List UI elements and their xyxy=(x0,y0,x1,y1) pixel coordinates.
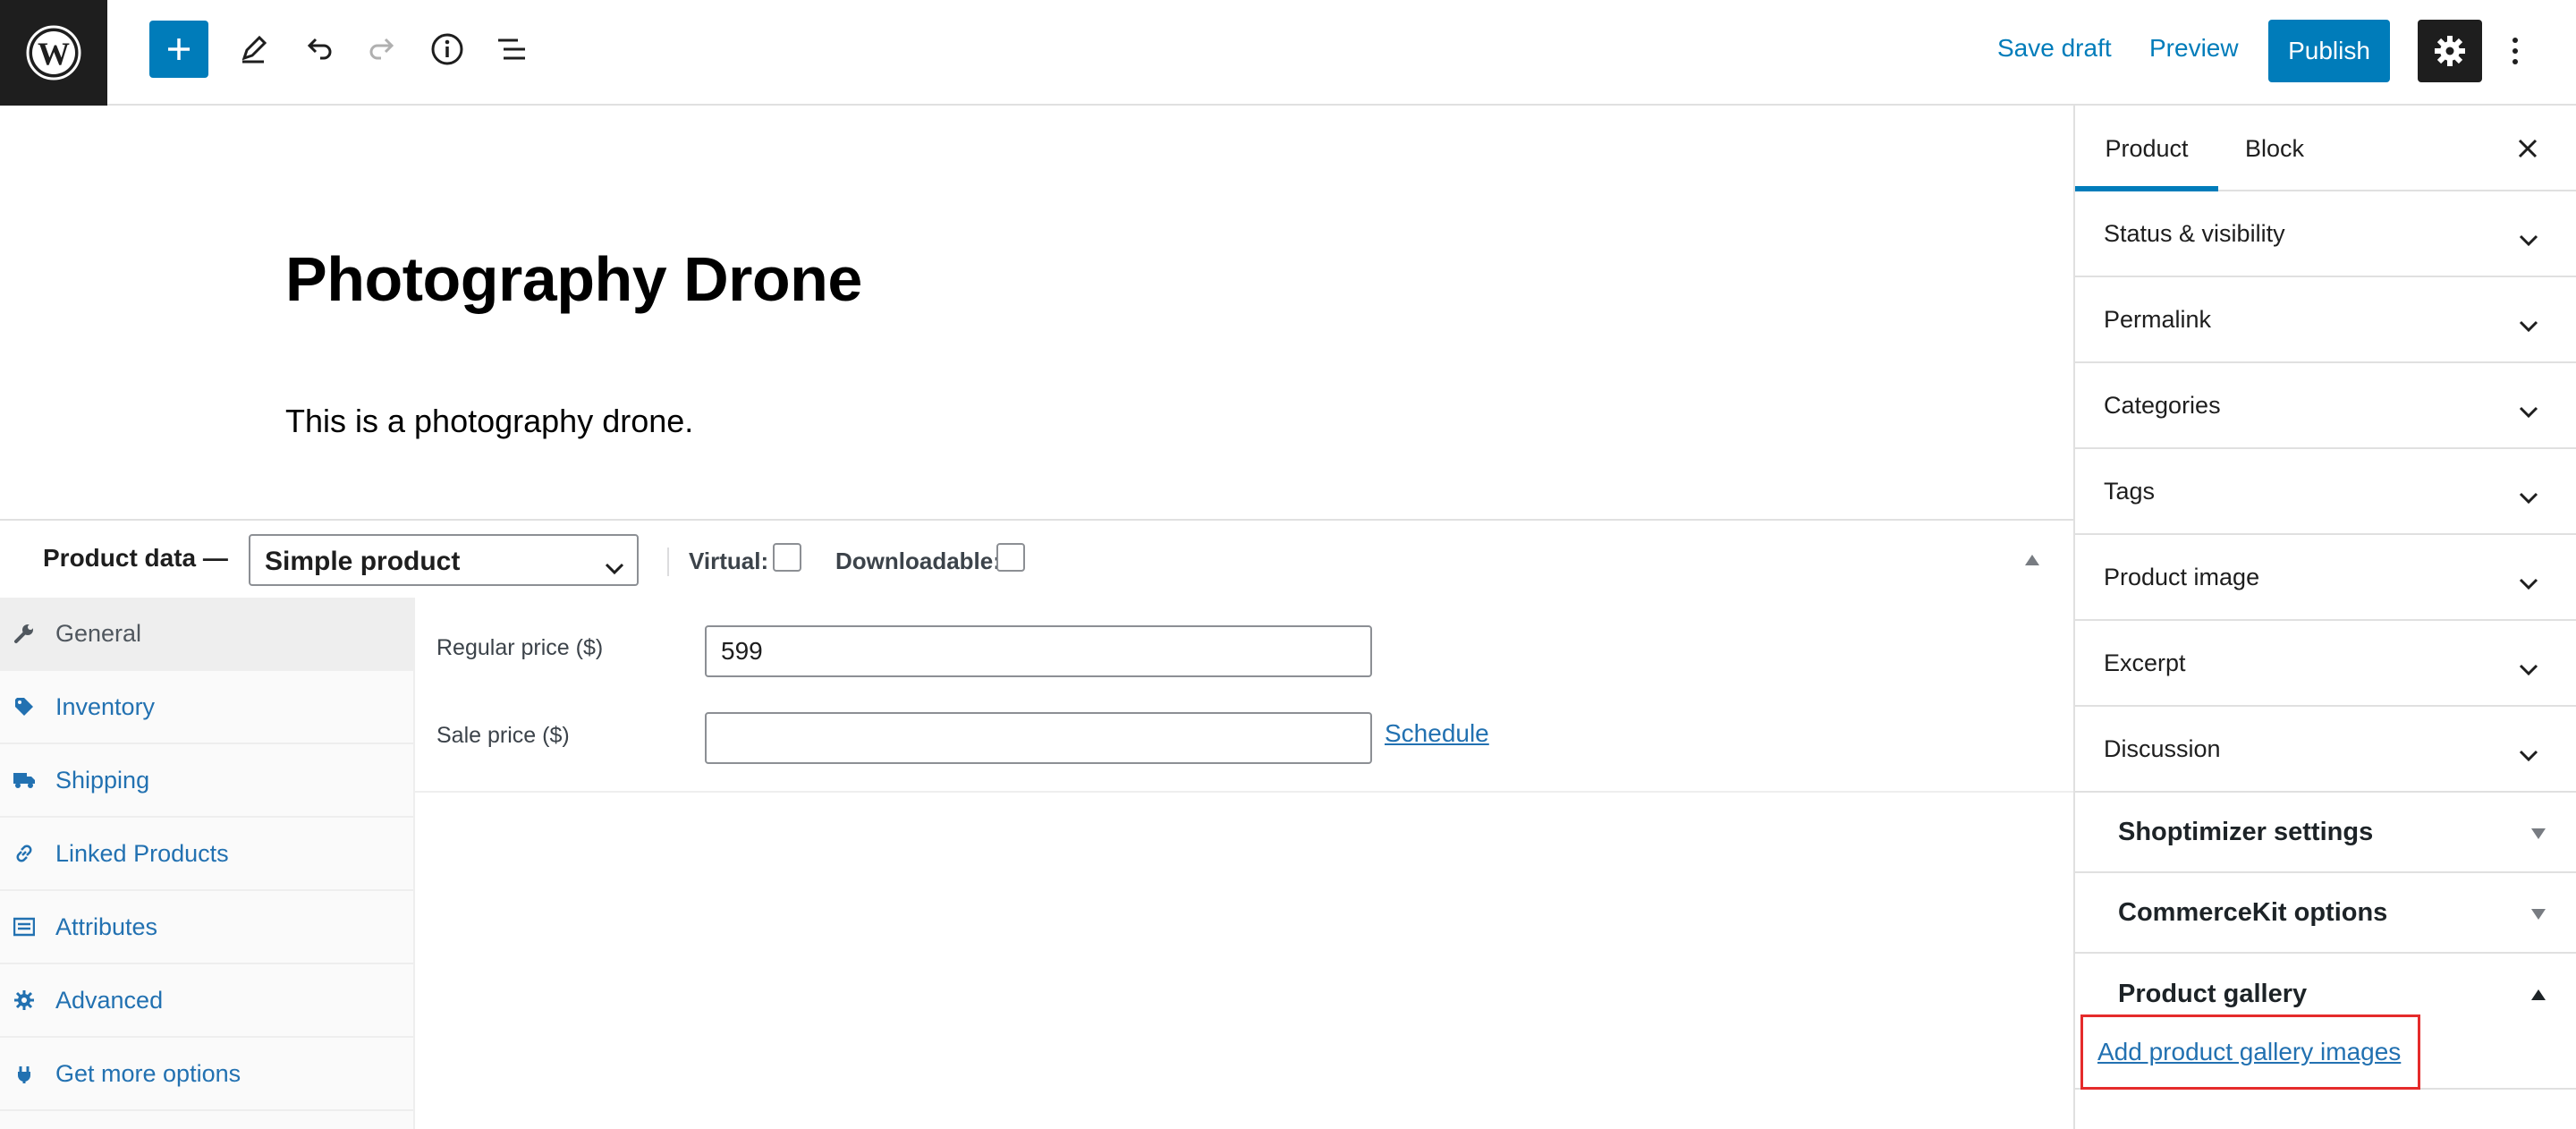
chevron-down-icon xyxy=(2519,225,2538,253)
product-data-label: Product data — xyxy=(43,544,228,572)
tab-label: Get more options xyxy=(55,1059,242,1087)
metabox-title: CommerceKit options xyxy=(2118,897,2388,927)
tag-icon xyxy=(0,696,55,717)
tab-label: Inventory xyxy=(55,692,156,720)
plugin-icon xyxy=(0,1063,55,1084)
virtual-checkbox[interactable] xyxy=(773,543,801,572)
collapse-toggle-icon[interactable] xyxy=(2025,555,2039,565)
sidebar-tabs: Product Block xyxy=(2075,106,2576,191)
tab-label: Shipping xyxy=(55,766,150,794)
chevron-down-icon xyxy=(2519,741,2538,768)
panel-title: Status & visibility xyxy=(2104,219,2285,247)
list-icon xyxy=(0,917,55,937)
settings-sidebar: Product Block Status & visibility Permal… xyxy=(2073,106,2576,1129)
sale-price-label: Sale price ($) xyxy=(436,723,570,748)
chevron-down-icon xyxy=(2519,311,2538,339)
tab-linked-products[interactable]: Linked Products xyxy=(0,818,413,891)
chevron-down-icon xyxy=(2519,655,2538,683)
add-block-button[interactable] xyxy=(149,21,208,78)
chevron-down-icon xyxy=(2519,569,2538,597)
tab-general[interactable]: General xyxy=(0,598,413,671)
regular-price-input[interactable] xyxy=(705,625,1372,677)
chevron-down-icon xyxy=(605,552,624,582)
tab-inventory[interactable]: Inventory xyxy=(0,671,413,744)
panel-title: Categories xyxy=(2104,391,2221,419)
tab-label: General xyxy=(55,619,142,647)
product-data-header: Product data — Simple product Virtual: D… xyxy=(0,519,2073,599)
caret-up-icon xyxy=(2531,989,2546,1000)
tab-advanced[interactable]: Advanced xyxy=(0,964,413,1038)
tab-label: Linked Products xyxy=(55,839,229,867)
regular-price-label: Regular price ($) xyxy=(436,635,604,660)
panel-title: Excerpt xyxy=(2104,649,2186,676)
add-product-gallery-images-link[interactable]: Add product gallery images xyxy=(2080,1014,2420,1090)
metabox-shoptimizer-settings[interactable]: Shoptimizer settings xyxy=(2075,793,2576,873)
svg-text:W: W xyxy=(38,36,70,72)
post-title[interactable]: Photography Drone xyxy=(285,243,862,315)
caret-down-icon xyxy=(2531,909,2546,920)
preview-button[interactable]: Preview xyxy=(2149,34,2239,63)
metabox-title: Shoptimizer settings xyxy=(2118,817,2374,846)
tab-get-more-options[interactable]: Get more options xyxy=(0,1038,413,1111)
panel-title: Tags xyxy=(2104,477,2156,505)
tab-label: Attributes xyxy=(55,913,158,940)
metabox-commercekit-options[interactable]: CommerceKit options xyxy=(2075,873,2576,954)
edit-tools-icon[interactable] xyxy=(224,20,283,79)
panel-product-image[interactable]: Product image xyxy=(2075,535,2576,621)
save-draft-button[interactable]: Save draft xyxy=(1997,34,2112,63)
panel-permalink[interactable]: Permalink xyxy=(2075,277,2576,363)
product-type-select[interactable]: Simple product xyxy=(249,534,639,586)
chevron-down-icon xyxy=(2519,483,2538,511)
panel-excerpt[interactable]: Excerpt xyxy=(2075,621,2576,707)
virtual-label: Virtual: xyxy=(689,548,769,574)
chevron-down-icon xyxy=(2519,397,2538,425)
downloadable-checkbox[interactable] xyxy=(996,543,1025,572)
settings-gear-icon[interactable] xyxy=(2418,20,2482,82)
product-type-value: Simple product xyxy=(265,547,461,576)
product-data-tabs: General Inventory Shipping Linked Produc… xyxy=(0,598,415,1129)
redo-icon[interactable] xyxy=(353,20,412,79)
metabox-title: Product gallery xyxy=(2118,979,2308,1008)
schedule-link[interactable]: Schedule xyxy=(1385,719,1489,748)
downloadable-label: Downloadable: xyxy=(835,548,1001,574)
info-icon[interactable] xyxy=(418,20,477,79)
tab-label: Advanced xyxy=(55,986,164,1014)
panel-tags[interactable]: Tags xyxy=(2075,449,2576,535)
caret-down-icon xyxy=(2531,828,2546,839)
divider xyxy=(667,548,669,576)
undo-icon[interactable] xyxy=(289,20,348,79)
panel-title: Product image xyxy=(2104,563,2260,590)
tab-block[interactable]: Block xyxy=(2218,106,2331,191)
wrench-icon xyxy=(0,623,55,644)
more-options-icon[interactable] xyxy=(2497,20,2533,82)
close-icon[interactable] xyxy=(2512,132,2544,165)
sale-price-input[interactable] xyxy=(705,712,1372,764)
post-paragraph-block[interactable]: This is a photography drone. xyxy=(285,403,693,440)
tab-attributes[interactable]: Attributes xyxy=(0,891,413,964)
tab-shipping[interactable]: Shipping xyxy=(0,744,413,818)
panel-title: Permalink xyxy=(2104,305,2212,333)
tab-product[interactable]: Product xyxy=(2075,106,2218,191)
general-tab-panel: Regular price ($) Sale price ($) Schedul… xyxy=(415,598,2073,793)
gear-icon xyxy=(0,989,55,1011)
panel-discussion[interactable]: Discussion xyxy=(2075,707,2576,793)
link-icon xyxy=(0,843,55,864)
panel-status-visibility[interactable]: Status & visibility xyxy=(2075,191,2576,277)
list-view-icon[interactable] xyxy=(482,20,541,79)
publish-button[interactable]: Publish xyxy=(2268,20,2390,82)
panel-title: Discussion xyxy=(2104,734,2221,762)
editor-top-bar: W Save draft Preview Publish xyxy=(0,0,2576,106)
truck-icon xyxy=(0,770,55,790)
panel-categories[interactable]: Categories xyxy=(2075,363,2576,449)
wordpress-logo-icon[interactable]: W xyxy=(0,0,107,106)
